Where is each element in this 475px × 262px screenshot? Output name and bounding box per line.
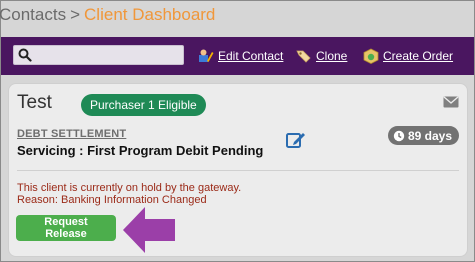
hold-notice: This client is currently on hold by the … <box>17 182 241 206</box>
divider <box>17 170 459 171</box>
clock-icon <box>393 130 405 141</box>
days-badge-label: 89 days <box>407 128 452 143</box>
create-order-label: Create Order <box>383 49 454 63</box>
edit-icon[interactable] <box>286 131 306 149</box>
contact-toolbar: Edit Contact Clone Create Order <box>1 37 474 75</box>
clone-label: Clone <box>316 49 348 63</box>
clone-button[interactable]: Clone <box>296 47 347 65</box>
request-release-button[interactable]: Request Release <box>16 215 116 241</box>
days-badge: 89 days <box>387 126 459 145</box>
status-value: First Program Debit Pending <box>87 143 264 158</box>
program-status: Servicing : First Program Debit Pending <box>17 143 263 158</box>
status-label: Servicing <box>17 143 76 158</box>
annotation-arrow-icon <box>123 207 175 253</box>
breadcrumb-separator: > <box>70 5 81 24</box>
edit-contact-icon <box>199 49 214 62</box>
hold-message: This client is currently on hold by the … <box>17 182 242 194</box>
create-order-button[interactable]: Create Order <box>363 47 453 65</box>
search-box[interactable] <box>13 45 184 65</box>
breadcrumb-current-page: Client Dashboard <box>84 5 216 24</box>
program-type-link[interactable]: DEBT SETTLEMENT <box>17 128 126 140</box>
client-summary-panel: Test Purchaser 1 Eligible DEBT SETTLEMEN… <box>8 83 468 257</box>
client-name: Test <box>17 92 52 113</box>
search-input[interactable] <box>34 46 179 64</box>
breadcrumb-contacts-link[interactable]: Contacts <box>0 5 66 24</box>
search-icon <box>18 48 32 62</box>
status-separator: : <box>75 143 88 158</box>
mail-icon[interactable] <box>443 96 459 108</box>
tags-icon <box>296 50 311 63</box>
edit-contact-label: Edit Contact <box>218 49 284 63</box>
package-icon <box>363 48 379 64</box>
breadcrumb: Contacts > Client Dashboard <box>0 1 474 33</box>
eligibility-badge: Purchaser 1 Eligible <box>81 94 206 116</box>
edit-contact-button[interactable]: Edit Contact <box>198 47 283 65</box>
